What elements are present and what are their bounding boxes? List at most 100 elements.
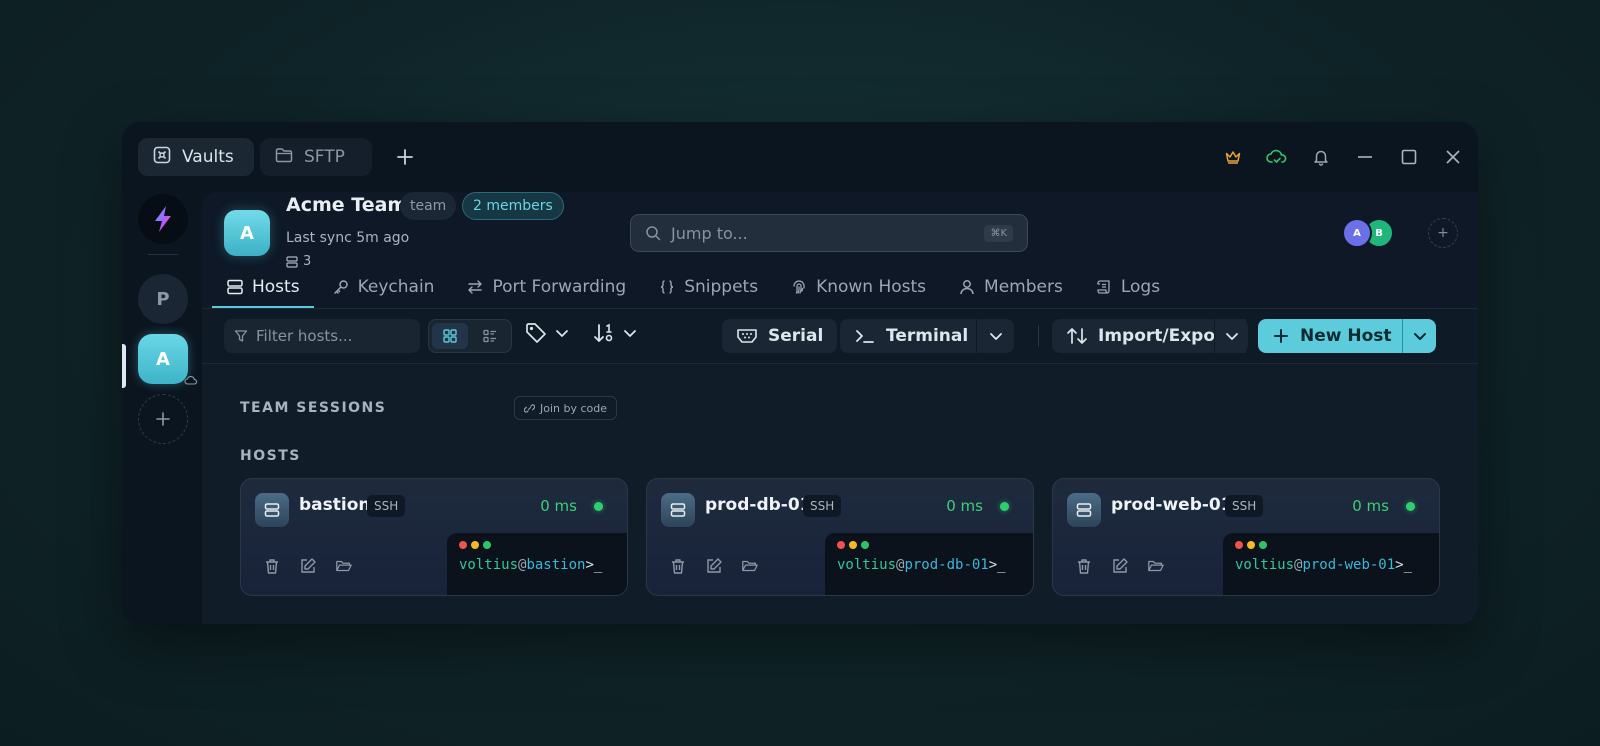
folder-open-icon[interactable] xyxy=(1147,557,1165,575)
maximize-icon[interactable] xyxy=(1396,144,1422,170)
folder-icon xyxy=(274,145,294,170)
tab-sftp[interactable]: SFTP xyxy=(260,138,372,176)
sort-icon xyxy=(594,323,613,342)
folder-open-icon[interactable] xyxy=(335,557,353,575)
protocol-badge: SSH xyxy=(367,495,406,517)
host-name: bastion xyxy=(299,495,371,515)
new-host-button[interactable]: New Host xyxy=(1258,319,1406,353)
status-dot xyxy=(594,502,603,511)
active-vault-indicator xyxy=(122,344,126,388)
status-dot xyxy=(1000,502,1009,511)
tab-logs[interactable]: Logs xyxy=(1081,266,1174,308)
folder-open-icon[interactable] xyxy=(741,557,759,575)
vault-button-a[interactable]: A xyxy=(138,334,188,384)
avatar[interactable]: A xyxy=(1342,218,1372,248)
jump-search[interactable]: Jump to... ⌘K xyxy=(630,214,1028,252)
tab-keychain[interactable]: Keychain xyxy=(318,266,449,308)
join-by-code-label: Join by code xyxy=(540,401,608,415)
terminal-dropdown-button[interactable] xyxy=(976,319,1014,353)
add-tab-button[interactable] xyxy=(390,142,420,172)
filter-placeholder: Filter hosts... xyxy=(256,327,353,345)
grid-view-button[interactable] xyxy=(432,323,468,349)
fingerprint-icon xyxy=(793,280,805,294)
bell-icon[interactable] xyxy=(1308,144,1334,170)
vault-icon xyxy=(152,145,172,170)
hosts-toolbar: Filter hosts... Serial Terminal Import/E… xyxy=(202,308,1478,364)
chevron-down-icon xyxy=(1225,333,1238,340)
add-vault-button[interactable] xyxy=(138,394,188,444)
new-host-dropdown-button[interactable] xyxy=(1402,319,1436,353)
trash-icon[interactable] xyxy=(669,557,687,575)
crown-icon[interactable] xyxy=(1220,144,1246,170)
tab-snippets[interactable]: Snippets xyxy=(644,266,772,308)
import-export-label: Import/Export xyxy=(1098,326,1232,346)
import-export-dropdown-button[interactable] xyxy=(1214,319,1248,353)
close-icon[interactable] xyxy=(1440,144,1466,170)
tab-label: SFTP xyxy=(304,147,345,167)
protocol-badge: SSH xyxy=(803,495,842,517)
host-card-prod-db-01[interactable]: prod-db-01 SSH 0 ms voltius@prod-db-01>_ xyxy=(646,478,1034,596)
search-input[interactable]: Jump to... xyxy=(671,224,974,243)
tab-label: Known Hosts xyxy=(816,277,927,297)
list-view-button[interactable] xyxy=(472,323,508,349)
serial-button[interactable]: Serial xyxy=(722,319,838,353)
vault-header: A Acme Team team 2 members Last sync 5m … xyxy=(202,192,1478,308)
server-icon xyxy=(255,493,289,527)
server-icon xyxy=(227,279,243,295)
cloud-sync-icon[interactable] xyxy=(1264,144,1290,170)
terminal-icon xyxy=(856,330,874,343)
main-panel: A Acme Team team 2 members Last sync 5m … xyxy=(202,192,1478,624)
tab-label: Snippets xyxy=(684,277,759,297)
latency: 0 ms xyxy=(1352,497,1389,515)
tab-known-hosts[interactable]: Known Hosts xyxy=(776,266,940,308)
trash-icon[interactable] xyxy=(1075,557,1093,575)
host-name: prod-db-01 xyxy=(705,495,812,515)
vault-button-p[interactable]: P xyxy=(138,274,188,324)
host-actions xyxy=(263,557,353,575)
last-sync: Last sync 5m ago xyxy=(286,230,410,246)
serial-port-icon xyxy=(737,329,757,343)
arrows-icon xyxy=(468,280,483,294)
trash-icon[interactable] xyxy=(263,557,281,575)
tab-members[interactable]: Members xyxy=(944,266,1077,308)
latency: 0 ms xyxy=(540,497,577,515)
sort-button[interactable] xyxy=(592,321,638,345)
traffic-lights xyxy=(459,541,615,549)
tab-label: Vaults xyxy=(182,147,234,167)
tag-filter-button[interactable] xyxy=(524,321,570,345)
edit-icon[interactable] xyxy=(299,557,317,575)
terminal-prompt: voltius@prod-db-01>_ xyxy=(837,557,1006,573)
plus-icon xyxy=(1274,329,1288,343)
terminal-prompt: voltius@bastion>_ xyxy=(459,557,603,573)
lightning-icon xyxy=(155,206,171,232)
protocol-badge: SSH xyxy=(1225,495,1264,517)
tab-hosts[interactable]: Hosts xyxy=(212,266,314,308)
view-toggle xyxy=(428,319,512,353)
app-logo[interactable] xyxy=(138,194,188,244)
rail-divider xyxy=(148,254,178,255)
new-host-label: New Host xyxy=(1300,326,1392,346)
vault-nav-tabs: Hosts Keychain Port Forwarding Snippets … xyxy=(212,266,1178,308)
vault-name: Acme Team xyxy=(286,194,408,216)
filter-hosts-input[interactable]: Filter hosts... xyxy=(224,319,420,353)
terminal-button[interactable]: Terminal xyxy=(840,319,983,353)
add-member-button[interactable]: + xyxy=(1428,218,1458,248)
members-badge[interactable]: 2 members xyxy=(462,192,564,220)
scroll-icon xyxy=(1097,280,1110,294)
edit-icon[interactable] xyxy=(1111,557,1129,575)
join-by-code-button[interactable]: Join by code xyxy=(514,396,618,420)
terminal-preview: voltius@prod-web-01>_ xyxy=(1223,533,1439,595)
tab-port-forwarding[interactable]: Port Forwarding xyxy=(452,266,640,308)
key-icon xyxy=(333,280,348,294)
window-controls xyxy=(1220,144,1466,170)
latency: 0 ms xyxy=(946,497,983,515)
host-card-bastion[interactable]: bastion SSH 0 ms voltius@bastion>_ xyxy=(240,478,628,596)
minimize-icon[interactable] xyxy=(1352,144,1378,170)
host-card-prod-web-01[interactable]: prod-web-01 SSH 0 ms voltius@prod-web-01… xyxy=(1052,478,1440,596)
tab-vaults[interactable]: Vaults xyxy=(138,138,254,176)
title-bar: Vaults SFTP xyxy=(122,122,1478,192)
member-avatars[interactable]: A B xyxy=(1342,218,1394,248)
edit-icon[interactable] xyxy=(705,557,723,575)
server-icon xyxy=(1067,493,1101,527)
tab-label: Logs xyxy=(1120,277,1161,297)
